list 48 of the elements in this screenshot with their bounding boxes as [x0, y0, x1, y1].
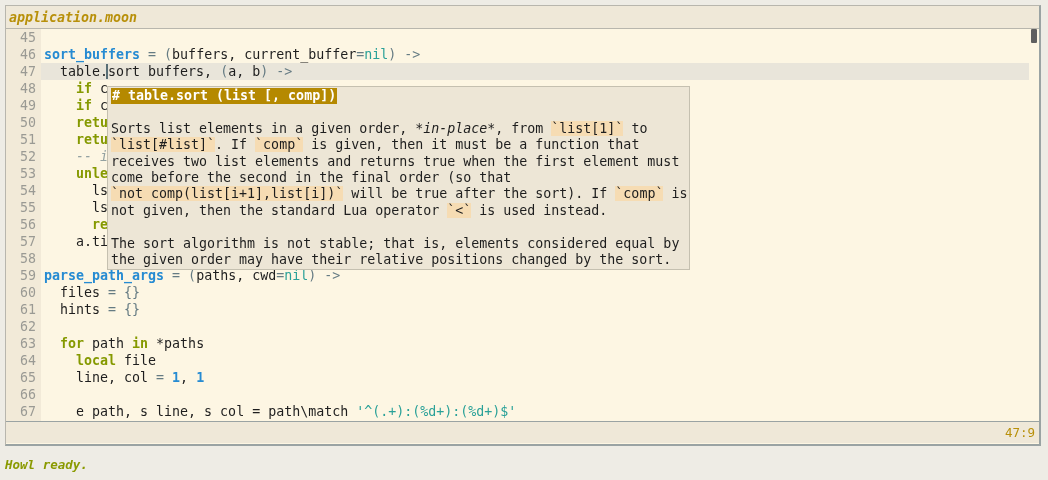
line-number: 45 [19, 29, 37, 46]
code-line: if c [75, 80, 109, 97]
line-number: 52 [19, 148, 37, 165]
code-line: hints = {} [59, 301, 141, 318]
code-line: retu [75, 131, 109, 148]
code-line: files = {} [59, 284, 141, 301]
status-message: Howl ready. [4, 456, 89, 474]
code-line: re [91, 216, 109, 233]
line-number: 49 [19, 97, 37, 114]
code-line: ls [91, 199, 109, 216]
line-number: 48 [19, 80, 37, 97]
code-line: e path, s line, s col = path\match '^(.+):(%d+):(%d+)$' [75, 403, 517, 420]
scrollbar-thumb[interactable] [1031, 29, 1037, 43]
code-line: table.sort buffers, (a, b) -> [59, 63, 293, 80]
line-number: 67 [19, 403, 37, 420]
line-number: 51 [19, 131, 37, 148]
code-line: retu [75, 114, 109, 131]
line-number: 59 [19, 267, 37, 284]
code-line: ls [91, 182, 109, 199]
cursor-position: 47:9 [1004, 425, 1035, 440]
window-title: application.moon [6, 6, 1039, 29]
code-line: local file [75, 352, 157, 369]
line-number: 50 [19, 114, 37, 131]
code-line: line, col = 1, 1 [75, 369, 205, 386]
line-number: 46 [19, 46, 37, 63]
line-number: 54 [19, 182, 37, 199]
line-number: 65 [19, 369, 37, 386]
code-line: sort_buffers = (buffers, current_buffer=nil) -> [44, 46, 421, 63]
line-number: 53 [19, 165, 37, 182]
code-line: a.ti [75, 233, 109, 250]
line-number: 62 [19, 318, 37, 335]
line-number: 57 [19, 233, 37, 250]
line-number: 66 [19, 386, 37, 403]
line-number: 58 [19, 250, 37, 267]
doc-paragraph: The sort algorithm is not stable; that is, elements considered equal by the given order may have their relative positions changed by the sort. [111, 235, 681, 269]
code-line: unle [75, 165, 109, 182]
line-number: 56 [19, 216, 37, 233]
line-number: 64 [19, 352, 37, 369]
doc-paragraph: Sorts list elements in a given order, *in-place*, from `list[1]` to `list[#list]`. If `comp` is given, then it must be a function that receives two list elements and returns true when the first element must come before the second in the final order (so that `not comp(list[i+1],list[i])` will be true after the sort). If `comp` is not given, then the standard Lua operator `<` is used instead. [111, 120, 688, 220]
line-number: 47 [19, 63, 37, 80]
line-number: 61 [19, 301, 37, 318]
line-number: 55 [19, 199, 37, 216]
code-line: for path in *paths [59, 335, 205, 352]
line-number: 60 [19, 284, 37, 301]
code-line: if c [75, 97, 109, 114]
code-line: -- i [75, 148, 109, 165]
doc-heading: # table.sort (list [, comp]) [111, 88, 338, 105]
line-number: 63 [19, 335, 37, 352]
